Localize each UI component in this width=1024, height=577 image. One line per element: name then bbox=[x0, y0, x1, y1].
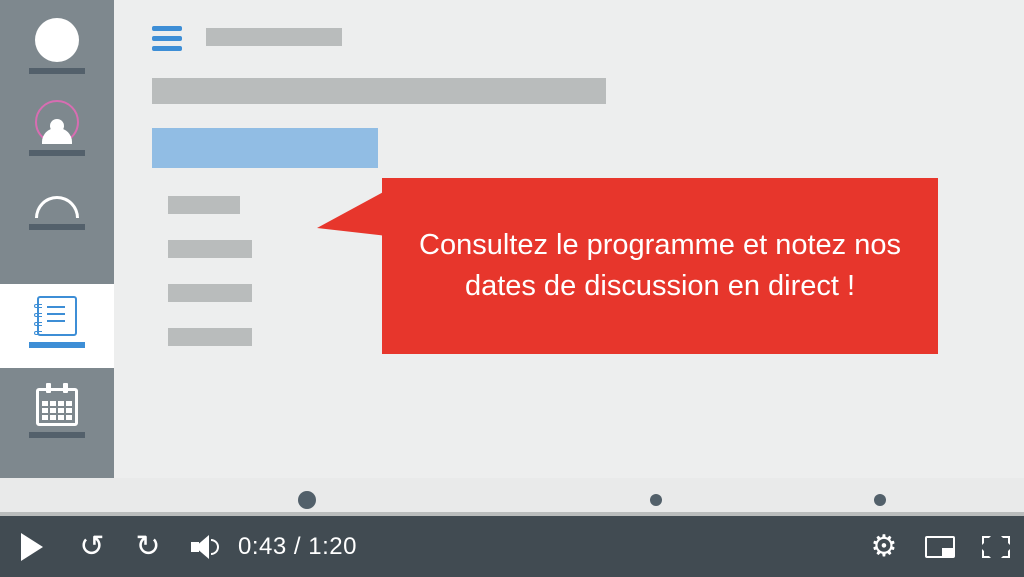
callout-tail bbox=[317, 190, 387, 236]
forward-icon: ↻ bbox=[135, 529, 160, 564]
sidebar-item-profile[interactable] bbox=[0, 100, 114, 156]
profile-icon bbox=[35, 100, 79, 144]
sidebar-item-food[interactable] bbox=[0, 196, 114, 230]
forward-button[interactable]: ↻ bbox=[120, 516, 176, 577]
chapter-dot[interactable] bbox=[298, 491, 316, 509]
chapter-dot[interactable] bbox=[650, 494, 662, 506]
dome-icon bbox=[35, 196, 79, 218]
callout-bubble: Consultez le programme et notez nos date… bbox=[382, 178, 938, 354]
placeholder-line bbox=[168, 284, 252, 302]
time-display: 0:43 / 1:20 bbox=[238, 533, 357, 561]
play-button[interactable] bbox=[0, 516, 64, 577]
app-sidebar bbox=[0, 0, 114, 491]
placeholder-line bbox=[168, 328, 252, 346]
sidebar-item-calendar[interactable] bbox=[0, 388, 114, 438]
chapter-dot[interactable] bbox=[874, 494, 886, 506]
placeholder-line bbox=[168, 196, 240, 214]
calendar-icon bbox=[36, 388, 78, 426]
sidebar-item-home[interactable] bbox=[0, 18, 114, 74]
volume-button[interactable] bbox=[176, 516, 232, 577]
volume-icon bbox=[191, 535, 217, 559]
pip-icon bbox=[925, 536, 955, 558]
placeholder-title bbox=[206, 28, 342, 46]
video-stage: Consultez le programme et notez nos date… bbox=[0, 0, 1024, 516]
duration: 1:20 bbox=[308, 533, 357, 560]
placeholder-line bbox=[168, 240, 252, 258]
gear-icon: ⚙ bbox=[871, 529, 898, 564]
placeholder-subtitle bbox=[152, 78, 606, 104]
fullscreen-icon bbox=[982, 536, 1010, 558]
content-area: Consultez le programme et notez nos date… bbox=[114, 0, 1024, 491]
chapter-markers bbox=[0, 478, 1024, 516]
sidebar-item-agenda[interactable] bbox=[0, 284, 114, 368]
settings-button[interactable]: ⚙ bbox=[856, 516, 912, 577]
agenda-icon bbox=[37, 296, 77, 336]
pip-button[interactable] bbox=[912, 516, 968, 577]
callout-text: Consultez le programme et notez nos date… bbox=[416, 225, 904, 306]
rewind-icon: ↺ bbox=[79, 529, 104, 564]
player-bar: ↺ ↻ 0:43 / 1:20 ⚙ bbox=[0, 516, 1024, 577]
menu-icon[interactable] bbox=[152, 26, 182, 51]
home-icon bbox=[35, 18, 79, 62]
play-icon bbox=[21, 533, 43, 561]
current-time: 0:43 bbox=[238, 533, 287, 560]
placeholder-highlight bbox=[152, 128, 378, 168]
fullscreen-button[interactable] bbox=[968, 516, 1024, 577]
rewind-button[interactable]: ↺ bbox=[64, 516, 120, 577]
